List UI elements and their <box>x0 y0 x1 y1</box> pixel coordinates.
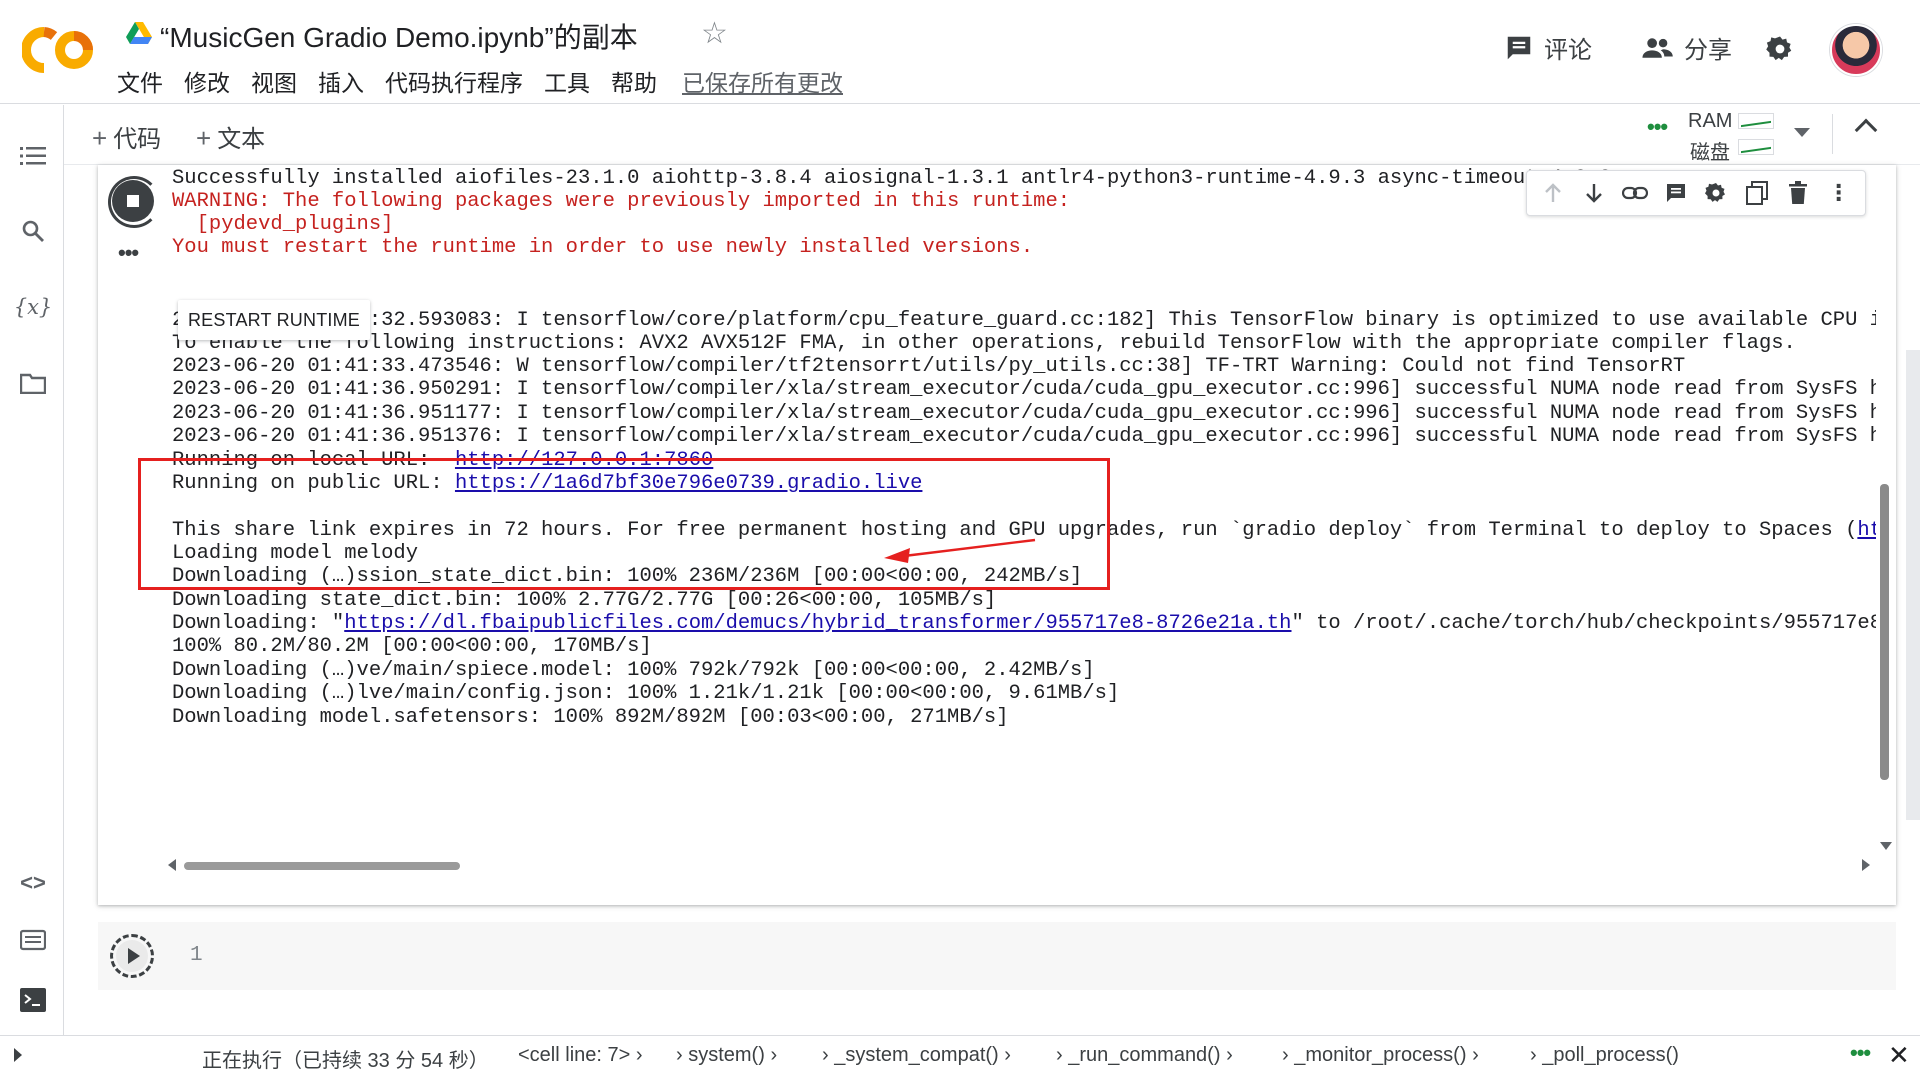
user-avatar[interactable] <box>1830 24 1882 76</box>
output-horizontal-scrollbar[interactable] <box>184 862 460 870</box>
delete-cell-icon[interactable] <box>1784 179 1812 207</box>
trace-frame[interactable]: › _run_command() › <box>1056 1044 1233 1067</box>
notebook-title[interactable]: “MusicGen Gradio Demo.ipynb”的副本 <box>160 16 638 56</box>
scroll-down-icon[interactable] <box>1880 842 1892 850</box>
disk-label: 磁盘 <box>1690 142 1730 164</box>
comment-label: 评论 <box>1544 37 1592 64</box>
trace-frame[interactable]: › _poll_process() <box>1530 1044 1679 1067</box>
save-status[interactable]: 已保存所有更改 <box>682 64 843 98</box>
share-button[interactable]: 分享 <box>1640 30 1732 65</box>
plus-icon: + <box>196 123 212 153</box>
google-drive-icon[interactable] <box>126 21 152 45</box>
toolbar-divider <box>1832 114 1833 154</box>
annotation-highlight-box <box>138 458 1110 590</box>
status-bar: 正在执行（已持续 33 分 54 秒） <cell line: 7> › › s… <box>0 1035 1920 1075</box>
settings-gear-icon[interactable] <box>1765 34 1795 64</box>
share-label: 分享 <box>1684 37 1732 64</box>
restart-runtime-button[interactable]: RESTART RUNTIME <box>178 300 370 340</box>
spaces-link[interactable]: https://hug <box>1857 519 1876 542</box>
execution-status: 正在执行（已持续 33 分 54 秒） <box>202 1050 489 1072</box>
menu-tools[interactable]: 工具 <box>544 64 590 98</box>
comment-icon <box>1507 36 1531 59</box>
status-more-icon[interactable]: ••• <box>1850 1040 1871 1066</box>
log-line: Downloading model.safetensors: 100% 892M… <box>172 706 1009 729</box>
left-sidebar: {x} <> <box>0 105 64 1035</box>
close-icon[interactable]: ✕ <box>1888 1040 1910 1071</box>
output-actions-icon[interactable]: ••• <box>118 240 139 266</box>
menu-file[interactable]: 文件 <box>117 64 163 98</box>
menu-view[interactable]: 视图 <box>251 64 297 98</box>
people-icon <box>1642 37 1673 58</box>
table-of-contents-icon[interactable] <box>18 141 48 171</box>
empty-code-cell[interactable] <box>98 922 1896 990</box>
annotation-arrow <box>884 538 1036 563</box>
variables-icon[interactable]: {x} <box>14 292 53 322</box>
link-icon[interactable] <box>1621 179 1649 207</box>
search-icon[interactable] <box>18 216 48 246</box>
ram-usage-bar[interactable] <box>1738 113 1774 129</box>
warning-line: You must restart the runtime in order to… <box>172 236 1034 259</box>
move-cell-down-icon[interactable] <box>1580 179 1608 207</box>
trace-frame[interactable]: › _monitor_process() › <box>1282 1044 1479 1067</box>
add-code-cell-button[interactable]: + 代码 <box>92 119 161 154</box>
plus-icon: + <box>92 123 108 153</box>
menu-bar: 文件 修改 视图 插入 代码执行程序 工具 帮助 已保存所有更改 <box>117 64 864 98</box>
line-number: 1 <box>190 944 203 967</box>
menu-help[interactable]: 帮助 <box>611 64 657 98</box>
cell-toolbar: ⋮ <box>1526 170 1866 216</box>
terminal-icon[interactable] <box>18 985 48 1015</box>
mirror-cell-icon[interactable] <box>1743 179 1771 207</box>
stop-execution-button[interactable] <box>108 176 160 228</box>
page-scrollbar[interactable] <box>1906 350 1920 820</box>
menu-insert[interactable]: 插入 <box>318 64 364 98</box>
folder-icon[interactable] <box>18 368 48 398</box>
scroll-right-icon[interactable] <box>1862 859 1870 871</box>
star-icon[interactable]: ☆ <box>701 16 728 51</box>
ram-label: RAM <box>1688 110 1733 132</box>
comment-icon[interactable] <box>1662 179 1690 207</box>
checkpoint-download-link[interactable]: https://dl.fbaipublicfiles.com/demucs/hy… <box>344 612 1291 635</box>
cell-settings-gear-icon[interactable] <box>1702 179 1730 207</box>
trace-frame[interactable]: <cell line: 7> › <box>518 1044 643 1067</box>
notebook-toolbar: + 代码 + 文本 <box>64 105 1920 165</box>
colab-logo[interactable] <box>22 22 96 78</box>
code-snippets-icon[interactable]: <> <box>18 868 48 898</box>
move-cell-up-icon[interactable] <box>1539 179 1567 207</box>
trace-frame[interactable]: › _system_compat() › <box>822 1044 1011 1067</box>
add-text-cell-button[interactable]: + 文本 <box>196 119 265 154</box>
disk-usage-bar[interactable] <box>1738 139 1774 155</box>
expand-status-icon[interactable] <box>14 1048 22 1062</box>
run-cell-button[interactable] <box>110 934 154 978</box>
menu-runtime[interactable]: 代码执行程序 <box>385 64 523 98</box>
command-palette-icon[interactable] <box>18 925 48 955</box>
comment-button[interactable]: 评论 <box>1504 30 1592 65</box>
output-vertical-scrollbar[interactable] <box>1880 484 1889 780</box>
trace-frame[interactable]: › system() › <box>676 1044 777 1067</box>
app-header: “MusicGen Gradio Demo.ipynb”的副本 ☆ 文件 修改 … <box>0 0 1920 104</box>
runtime-busy-indicator[interactable]: ••• <box>1647 114 1668 140</box>
scroll-left-icon[interactable] <box>168 859 176 871</box>
menu-edit[interactable]: 修改 <box>184 64 230 98</box>
runtime-dropdown-icon[interactable] <box>1794 128 1810 137</box>
more-options-icon[interactable]: ⋮ <box>1825 179 1853 207</box>
